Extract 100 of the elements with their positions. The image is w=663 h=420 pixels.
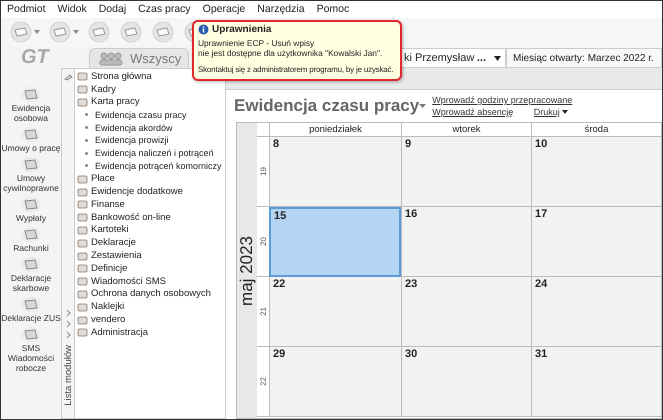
folder-icon[interactable]: [20, 156, 42, 173]
caret-icon[interactable]: [562, 110, 568, 114]
menu-item[interactable]: Czas pracy: [138, 3, 191, 16]
print-link[interactable]: Drukuj: [534, 107, 572, 117]
sidebar-item[interactable]: Deklaracje ZUS: [1, 313, 61, 323]
day-cell[interactable]: 10: [531, 137, 661, 207]
bullet-icon: [85, 152, 88, 155]
menu-item[interactable]: Operacje: [202, 3, 246, 16]
tree-item[interactable]: Ewidencja potrąceń komorniczy: [95, 160, 222, 171]
day-cell[interactable]: 29: [269, 347, 401, 417]
folder-icon[interactable]: [20, 256, 42, 273]
bullet-icon: [85, 164, 88, 168]
tree-item[interactable]: Ewidencja akordów: [95, 122, 173, 133]
week-number: 21: [258, 307, 268, 316]
caret-icon[interactable]: [494, 56, 501, 60]
document-icon[interactable]: [48, 21, 72, 43]
module-icon: [77, 302, 88, 312]
module-icon: [77, 238, 88, 248]
sidebar-item[interactable]: Ewidencja osobowa: [1, 103, 61, 123]
day-cell[interactable]: 22: [269, 277, 401, 347]
pin-icon[interactable]: [64, 74, 72, 81]
tooltip-text: Skontaktuj się z administratorem programu, by je uzyskać.: [198, 65, 394, 75]
link[interactable]: Wprowadź absencję: [432, 107, 518, 117]
tree-item[interactable]: Płace: [91, 173, 115, 184]
tree-item[interactable]: Ewidencje dodatkowe: [91, 186, 183, 198]
module-icon: [77, 71, 88, 82]
document-icon[interactable]: [87, 21, 111, 43]
tree-item[interactable]: Bankowość on-line: [91, 212, 171, 223]
tree-item[interactable]: Deklaracje: [91, 237, 136, 248]
folder-icon[interactable]: [20, 226, 42, 243]
sidebar-item[interactable]: SMS Wiadomości robocze: [1, 343, 61, 373]
tree-item[interactable]: Definicje: [91, 262, 128, 274]
folder-icon[interactable]: [20, 126, 42, 143]
sidebar-item[interactable]: Umowy o pracę: [1, 143, 61, 153]
tree-item[interactable]: vendero: [91, 314, 126, 326]
link[interactable]: Wprowadź godziny przepracowane: [432, 95, 572, 105]
module-icon: [77, 224, 88, 235]
column-header: poniedziałek: [269, 123, 401, 137]
tree-item[interactable]: Ewidencja naliczeń i potrąceń: [95, 148, 214, 158]
day-cell[interactable]: 30: [401, 347, 531, 417]
week-number: 19: [258, 167, 268, 176]
module-icon: [77, 186, 88, 197]
month-label: maj 2023: [237, 236, 257, 306]
tree-item[interactable]: Ewidencja prowizji: [95, 135, 169, 146]
sidebar-item[interactable]: Wypłaty: [1, 213, 61, 223]
logo: GT: [20, 46, 51, 68]
column-header: środa: [531, 123, 661, 137]
employee-dropdown[interactable]: ki Przemysław ...: [399, 48, 506, 68]
document-icon[interactable]: [119, 21, 143, 43]
tree-item[interactable]: Strona główna: [91, 70, 152, 82]
tree-item[interactable]: Kadry: [91, 84, 116, 95]
module-icon: [77, 263, 88, 274]
menu-item[interactable]: Narzędzia: [257, 3, 305, 16]
folder-icon[interactable]: [20, 86, 42, 103]
tree-item[interactable]: Zestawienia: [91, 250, 142, 262]
tree-item[interactable]: Ewidencja czasu pracy: [95, 110, 187, 120]
menu-item[interactable]: Pomoc: [316, 3, 350, 16]
view-title[interactable]: Ewidencja czasu pracy: [234, 96, 426, 116]
tree-item[interactable]: Karta pracy: [91, 96, 140, 108]
info-icon: [198, 24, 209, 35]
open-month-label: Miesiąc otwarty:: [513, 52, 585, 64]
tree-item[interactable]: Wiadomości SMS: [91, 276, 166, 287]
day-cell[interactable]: 24: [531, 277, 661, 347]
menu-item[interactable]: Podmiot: [7, 3, 46, 16]
tree-item[interactable]: Naklejki: [91, 301, 124, 312]
folder-icon[interactable]: [20, 326, 42, 343]
column-header: wtorek: [401, 123, 531, 137]
module-icon: [77, 199, 88, 210]
bullet-icon: [85, 126, 88, 130]
open-month-value: Marzec 2022 r.: [588, 52, 654, 64]
document-icon[interactable]: [151, 21, 175, 43]
day-cell[interactable]: 9: [401, 137, 531, 207]
day-cell[interactable]: 31: [531, 347, 661, 417]
day-cell[interactable]: 16: [401, 207, 531, 277]
folder-icon[interactable]: [20, 196, 42, 213]
module-icon: [77, 314, 88, 325]
tree-item[interactable]: Kartoteki: [91, 224, 128, 236]
document-icon[interactable]: [9, 21, 33, 43]
group-tab[interactable]: Wszyscy: [89, 48, 189, 68]
menu-item[interactable]: Widok: [58, 3, 87, 16]
tree-item[interactable]: Administracja: [91, 326, 148, 338]
tree-item[interactable]: Finanse: [91, 198, 125, 210]
menu-item[interactable]: Dodaj: [98, 3, 126, 16]
module-icon: [77, 288, 88, 299]
module-icon: [77, 327, 88, 338]
sidebar-item[interactable]: Rachunki: [1, 243, 61, 253]
folder-icon[interactable]: [20, 296, 42, 313]
tooltip-title: Uprawnienia: [212, 24, 272, 35]
day-cell[interactable]: 8: [269, 137, 401, 207]
module-icon: [77, 96, 88, 107]
day-cell[interactable]: 17: [531, 207, 661, 277]
tooltip-text: nie jest dostępne dla użytkownika "Kowalski Jan".: [198, 48, 382, 58]
bullet-icon: [85, 113, 88, 116]
more-button[interactable]: ...: [476, 52, 486, 64]
module-icon: [77, 84, 88, 94]
day-cell[interactable]: 23: [401, 277, 531, 347]
day-cell[interactable]: 15: [269, 207, 401, 277]
tree-item[interactable]: Ochrona danych osobowych: [91, 288, 211, 300]
sidebar-item[interactable]: Umowy cywilnoprawne: [1, 173, 61, 193]
sidebar-item[interactable]: Deklaracje skarbowe: [1, 273, 61, 293]
